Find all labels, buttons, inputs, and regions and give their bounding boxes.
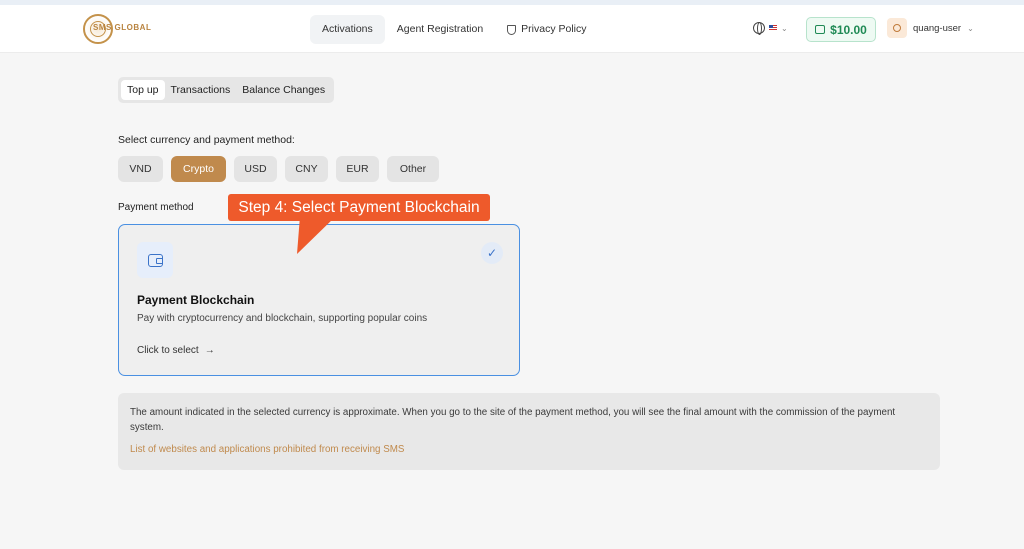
- currency-vnd[interactable]: VND: [118, 156, 163, 182]
- currency-section-label: Select currency and payment method:: [118, 134, 295, 146]
- chevron-down-icon: ⌄: [967, 23, 974, 33]
- currency-crypto[interactable]: Crypto: [171, 156, 226, 182]
- wallet-icon: [137, 242, 173, 278]
- topup-tabs: Top up Transactions Balance Changes: [118, 77, 335, 103]
- top-header: SMS GLOBAL Activations Agent Registratio…: [0, 5, 1024, 53]
- nav-agent-registration[interactable]: Agent Registration: [385, 15, 495, 44]
- language-selector[interactable]: ⌄: [753, 22, 788, 35]
- arrow-right-icon: →: [204, 345, 215, 356]
- currency-usd[interactable]: USD: [234, 156, 277, 182]
- card-description: Pay with cryptocurrency and blockchain, …: [137, 313, 428, 324]
- avatar: [887, 18, 907, 38]
- card-title: Payment Blockchain: [137, 293, 255, 307]
- nav-activations-label: Activations: [322, 23, 373, 35]
- nav-privacy-policy[interactable]: Privacy Policy: [495, 15, 598, 44]
- nav-privacy-policy-label: Privacy Policy: [521, 23, 587, 35]
- prohibited-list-link[interactable]: List of websites and applications prohib…: [130, 444, 404, 455]
- click-to-select-label: Click to select: [137, 345, 199, 356]
- user-icon: [893, 24, 901, 32]
- step-callout: Step 4: Select Payment Blockchain: [228, 194, 490, 221]
- logo-text: SMS GLOBAL: [93, 23, 152, 32]
- balance-button[interactable]: $10.00: [806, 17, 876, 42]
- tab-balance-changes[interactable]: Balance Changes: [236, 80, 331, 100]
- currency-options: VND Crypto USD CNY EUR Other: [118, 156, 439, 182]
- tab-transactions[interactable]: Transactions: [165, 80, 237, 100]
- click-to-select[interactable]: Click to select →: [137, 345, 215, 356]
- check-icon: ✓: [481, 242, 503, 264]
- currency-eur[interactable]: EUR: [336, 156, 379, 182]
- nav-agent-registration-label: Agent Registration: [396, 23, 484, 35]
- user-menu[interactable]: quang-user ⌄: [887, 18, 974, 38]
- chevron-down-icon: ⌄: [781, 23, 788, 33]
- tab-top-up[interactable]: Top up: [121, 80, 165, 100]
- payment-blockchain-card[interactable]: ✓ Payment Blockchain Pay with cryptocurr…: [118, 224, 520, 376]
- username: quang-user: [913, 22, 962, 34]
- payment-method-label: Payment method: [118, 202, 194, 213]
- shield-icon: [507, 24, 517, 35]
- nav-activations[interactable]: Activations: [310, 15, 385, 44]
- notice-text: The amount indicated in the selected cur…: [130, 407, 896, 433]
- currency-cny[interactable]: CNY: [285, 156, 328, 182]
- globe-icon: [753, 22, 765, 35]
- us-flag-icon: [769, 25, 777, 31]
- balance-amount: $10.00: [830, 22, 867, 37]
- currency-other[interactable]: Other: [387, 156, 439, 182]
- wallet-icon: [815, 25, 826, 34]
- main-nav: Activations Agent Registration Privacy P…: [310, 15, 599, 44]
- notice-box: The amount indicated in the selected cur…: [118, 393, 940, 470]
- logo[interactable]: SMS GLOBAL: [83, 13, 153, 45]
